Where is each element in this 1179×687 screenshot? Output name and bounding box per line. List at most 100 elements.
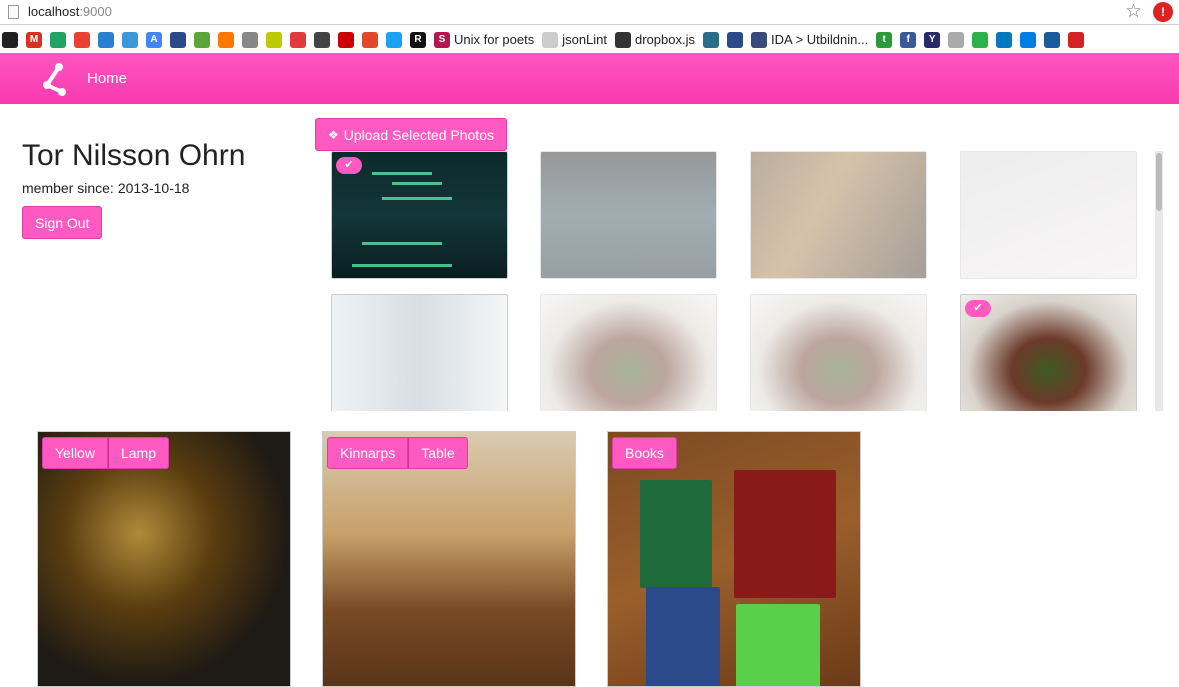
photo-thumbnail[interactable] bbox=[750, 151, 927, 279]
sign-out-button[interactable]: Sign Out bbox=[22, 206, 103, 239]
translate-icon: A bbox=[146, 31, 162, 48]
code-icon bbox=[314, 31, 330, 48]
photo-thumbnail[interactable]: ✔ bbox=[331, 151, 508, 279]
item-card[interactable]: Kinnarps Table bbox=[322, 431, 576, 687]
twitter-icon bbox=[386, 31, 402, 48]
bookmarks-bar: M A R S Unix for poets jsonLint dropbox.js IDA … bbox=[0, 26, 1179, 53]
bookmark-item[interactable]: dropbox.js bbox=[615, 29, 695, 51]
bookmark-item[interactable]: S Unix for poets bbox=[434, 29, 534, 51]
bookmark-item[interactable] bbox=[948, 29, 965, 51]
heart-icon bbox=[290, 31, 306, 48]
tag-button[interactable]: Books bbox=[612, 437, 677, 469]
member-since-date: 2013-10-18 bbox=[117, 180, 190, 196]
app-navbar: Home bbox=[0, 53, 1179, 104]
square-icon bbox=[266, 31, 282, 48]
yahoo-icon: Y bbox=[924, 31, 941, 48]
bookmark-item[interactable] bbox=[314, 29, 330, 51]
dropbox-cat-icon bbox=[615, 31, 632, 48]
member-since: member since: 2013-10-18 bbox=[22, 180, 189, 196]
bookmark-item[interactable]: IDA > Utbildnin... bbox=[751, 29, 868, 51]
bow-icon bbox=[170, 31, 186, 48]
youtube-icon bbox=[338, 31, 354, 48]
tag-group: Yellow Lamp bbox=[42, 437, 169, 469]
bookmark-item[interactable] bbox=[2, 29, 18, 51]
bow-icon bbox=[727, 31, 743, 48]
bookmark-item[interactable]: A bbox=[146, 29, 162, 51]
bookmark-item[interactable] bbox=[996, 29, 1013, 51]
bookmark-item[interactable] bbox=[1068, 29, 1085, 51]
bookmark-item[interactable] bbox=[1020, 29, 1037, 51]
url-text[interactable]: localhost:9000 bbox=[28, 4, 112, 19]
share-logo-icon[interactable] bbox=[38, 59, 70, 97]
item-card[interactable]: Yellow Lamp bbox=[37, 431, 291, 687]
member-since-label: member since: bbox=[22, 180, 114, 196]
tex-icon bbox=[242, 31, 258, 48]
bookmark-item[interactable] bbox=[1044, 29, 1061, 51]
photo-thumbnail[interactable] bbox=[540, 151, 717, 279]
browser-address-bar[interactable]: localhost:9000 ☆ ! bbox=[0, 0, 1179, 25]
photo-thumbnail[interactable] bbox=[540, 294, 717, 411]
drive-icon bbox=[50, 31, 66, 48]
page-icon bbox=[8, 5, 19, 19]
facebook-icon: f bbox=[900, 31, 917, 48]
photo-thumbnail[interactable] bbox=[750, 294, 927, 411]
bookmark-label: Unix for poets bbox=[454, 32, 535, 47]
bookmark-item[interactable] bbox=[362, 29, 378, 51]
bookmark-label: jsonLint bbox=[562, 32, 608, 47]
mail-icon bbox=[1044, 31, 1061, 48]
photo-thumbnail[interactable] bbox=[331, 294, 508, 411]
chrome-icon bbox=[74, 31, 90, 48]
puzzle-icon bbox=[194, 31, 210, 48]
bookmark-item[interactable] bbox=[194, 29, 210, 51]
tag-button[interactable]: Kinnarps bbox=[327, 437, 409, 469]
cut-icon bbox=[1068, 31, 1085, 48]
tag-button[interactable]: Table bbox=[408, 437, 468, 469]
bookmark-item[interactable] bbox=[386, 29, 402, 51]
photo-icon bbox=[703, 31, 719, 48]
bookmark-item[interactable]: jsonLint bbox=[542, 29, 607, 51]
refresh-icon bbox=[98, 31, 114, 48]
dropbox-icon: ❖ bbox=[328, 127, 339, 142]
bookmark-item[interactable] bbox=[290, 29, 306, 51]
nav-home-link[interactable]: Home bbox=[87, 70, 127, 87]
scrollbar-thumb[interactable] bbox=[1156, 153, 1162, 211]
photo-grid-scrollbar[interactable] bbox=[1155, 151, 1163, 411]
bookmark-item[interactable] bbox=[242, 29, 258, 51]
bookmark-item[interactable]: f bbox=[900, 29, 917, 51]
selected-check-icon: ✔ bbox=[336, 157, 362, 174]
bookmark-item[interactable] bbox=[338, 29, 354, 51]
photo-thumbnail[interactable]: ✔ bbox=[960, 294, 1137, 411]
tag-button[interactable]: Yellow bbox=[42, 437, 108, 469]
face-icon bbox=[948, 31, 965, 48]
bookmark-item[interactable] bbox=[727, 29, 743, 51]
tag-group: Books bbox=[612, 437, 677, 469]
bookmark-item[interactable]: R bbox=[410, 29, 426, 51]
bookmark-item[interactable] bbox=[98, 29, 114, 51]
splat-icon bbox=[362, 31, 378, 48]
gmail-icon: M bbox=[26, 31, 42, 48]
soundcloud-icon bbox=[218, 31, 234, 48]
feedly-icon bbox=[972, 31, 989, 48]
bookmark-item[interactable] bbox=[122, 29, 138, 51]
bookmark-item[interactable] bbox=[170, 29, 186, 51]
item-card[interactable]: Books bbox=[607, 431, 861, 687]
bookmark-item[interactable] bbox=[74, 29, 90, 51]
upload-button-label: Upload Selected Photos bbox=[343, 126, 494, 143]
bookmark-item[interactable] bbox=[972, 29, 989, 51]
bookmark-label: dropbox.js bbox=[635, 32, 695, 47]
photo-grid: ✔ ✔ bbox=[323, 151, 1153, 411]
bookmark-item[interactable]: Y bbox=[924, 29, 941, 51]
bookmark-star-icon[interactable]: ☆ bbox=[1125, 1, 1142, 23]
bookmark-item[interactable] bbox=[703, 29, 719, 51]
extension-icon[interactable]: ! bbox=[1153, 2, 1173, 22]
upload-selected-photos-button[interactable]: ❖ Upload Selected Photos bbox=[315, 118, 507, 151]
bookmark-item[interactable] bbox=[266, 29, 282, 51]
tag-group: Kinnarps Table bbox=[327, 437, 468, 469]
dots-icon bbox=[542, 31, 559, 48]
bookmark-item[interactable] bbox=[50, 29, 66, 51]
photo-thumbnail[interactable] bbox=[960, 151, 1137, 279]
bookmark-item[interactable] bbox=[218, 29, 234, 51]
bookmark-item[interactable]: M bbox=[26, 29, 42, 51]
bookmark-item[interactable]: t bbox=[876, 29, 893, 51]
tag-button[interactable]: Lamp bbox=[107, 437, 169, 469]
